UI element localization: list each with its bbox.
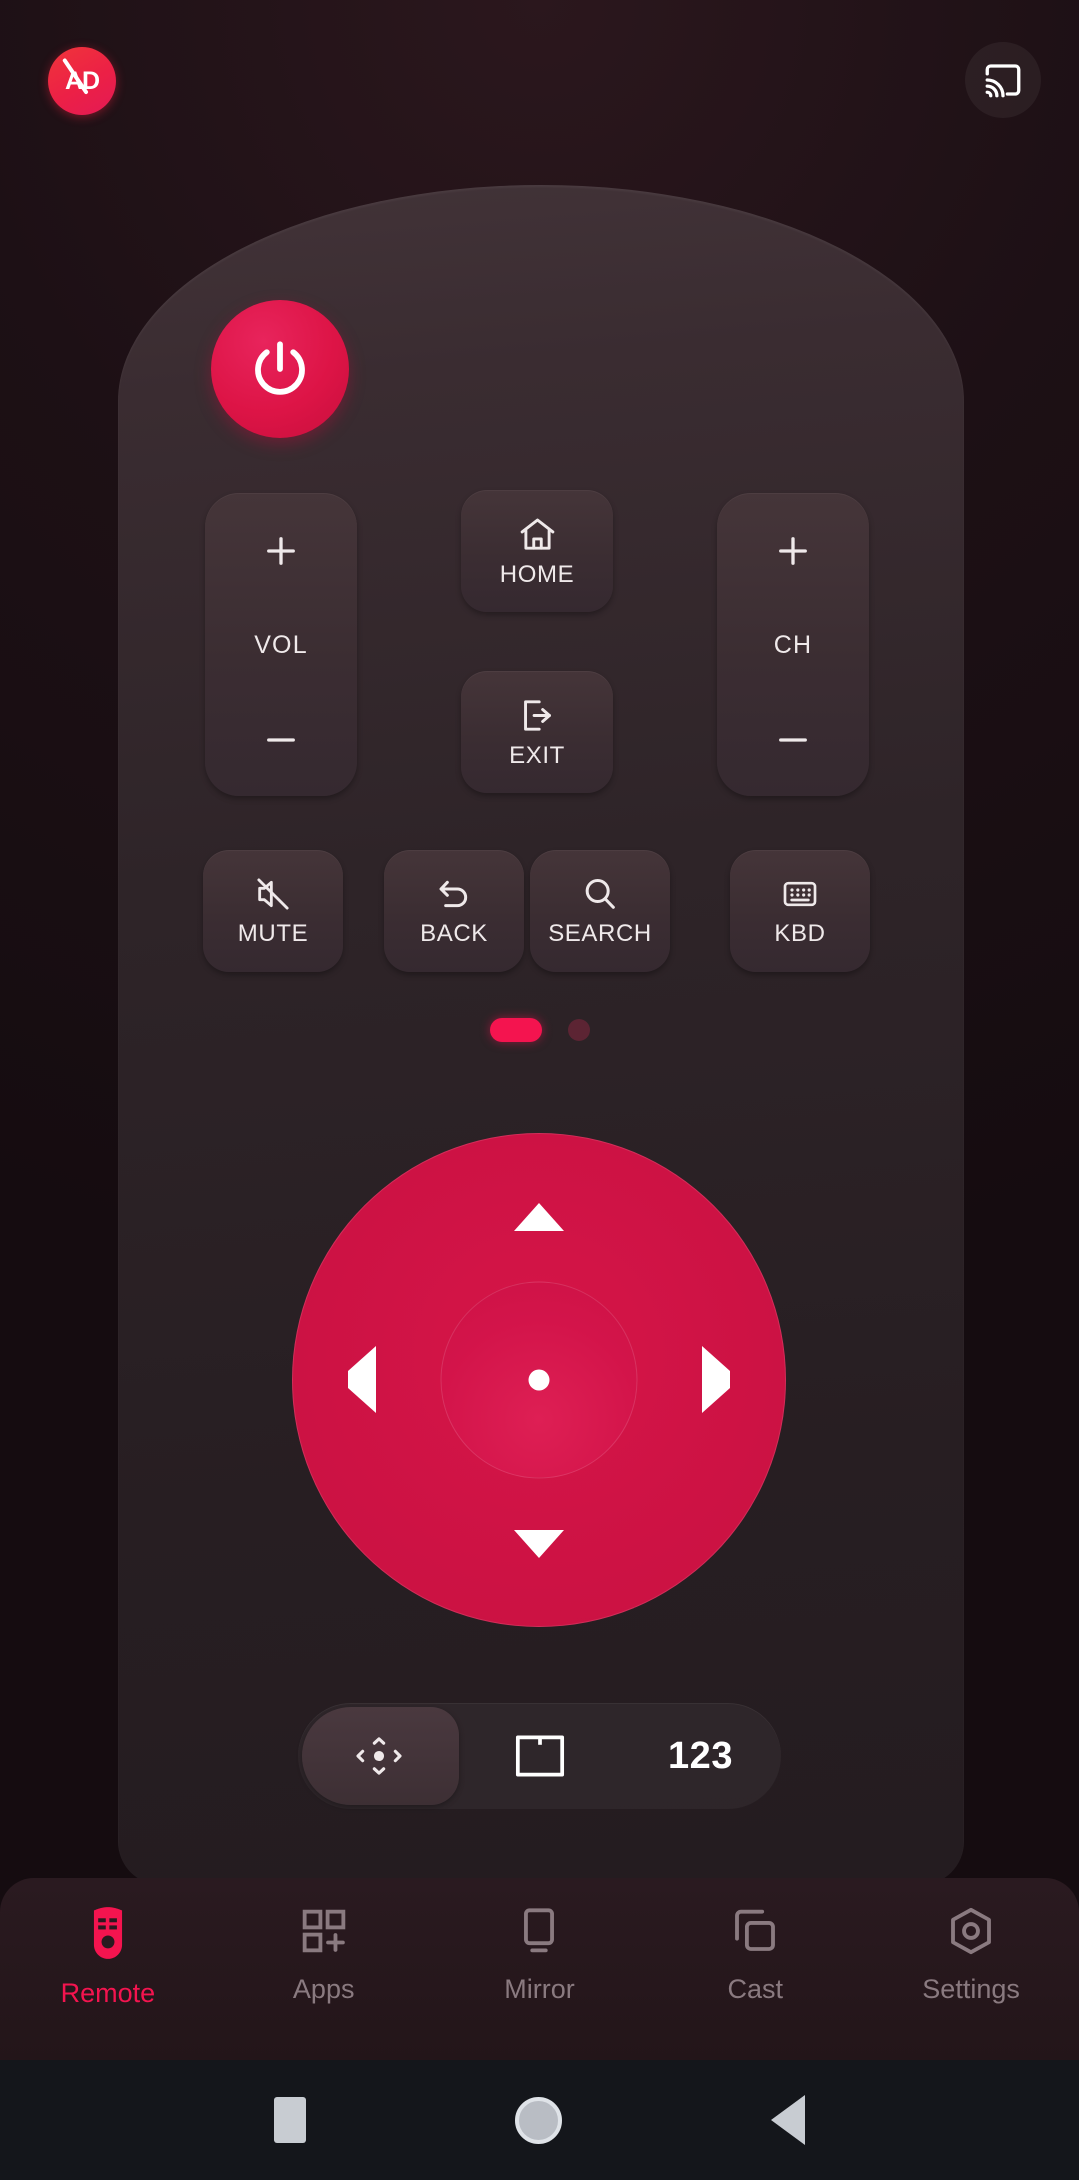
dpad-down-button[interactable] — [514, 1530, 564, 1576]
power-button[interactable] — [211, 300, 349, 438]
ok-dot-icon — [528, 1369, 550, 1391]
cast-button[interactable] — [965, 42, 1041, 118]
channel-down-button[interactable] — [717, 718, 869, 762]
page-indicator — [0, 1018, 1079, 1042]
back-label: BACK — [420, 920, 488, 947]
mute-icon — [253, 874, 293, 914]
mute-button[interactable]: MUTE — [203, 850, 343, 972]
input-mode-switcher: 123 — [298, 1703, 781, 1809]
home-button-icon[interactable] — [514, 2096, 562, 2144]
nav-item-apps[interactable]: Apps — [216, 1904, 432, 2005]
keyboard-icon — [780, 874, 820, 914]
volume-rocker[interactable]: VOL — [205, 493, 357, 796]
apps-icon — [297, 1904, 351, 1958]
search-label: SEARCH — [548, 920, 652, 947]
nav-item-mirror[interactable]: Mirror — [432, 1904, 648, 2005]
power-icon — [247, 336, 313, 402]
mute-label: MUTE — [237, 920, 309, 947]
back-icon — [434, 874, 474, 914]
nav-item-remote[interactable]: Remote — [0, 1904, 216, 2009]
nav-label-settings: Settings — [922, 1974, 1020, 2004]
volume-down-button[interactable] — [205, 718, 357, 762]
settings-icon — [944, 1904, 998, 1958]
channel-rocker[interactable]: CH — [717, 493, 869, 796]
keyboard-button[interactable]: KBD — [730, 850, 870, 972]
volume-up-button[interactable] — [205, 529, 357, 573]
dpad-mode-icon — [344, 1730, 414, 1782]
remote-icon — [81, 1904, 135, 1962]
home-button[interactable]: HOME — [461, 490, 613, 612]
page-dot-2[interactable] — [567, 1019, 590, 1041]
nav-label-remote: Remote — [60, 1978, 156, 2008]
dpad-ok-button[interactable] — [440, 1281, 638, 1479]
search-icon — [580, 874, 620, 914]
dpad[interactable] — [292, 1133, 786, 1627]
touchpad-icon — [509, 1728, 571, 1784]
exit-button[interactable]: EXIT — [461, 671, 613, 793]
home-label: HOME — [499, 560, 575, 588]
volume-label: VOL — [254, 631, 308, 659]
mode-numeric-button[interactable]: 123 — [620, 1703, 781, 1809]
recents-button-icon[interactable] — [274, 2097, 307, 2143]
dpad-up-button[interactable] — [514, 1186, 564, 1231]
search-button[interactable]: SEARCH — [530, 850, 670, 972]
cast-screens-icon — [728, 1904, 782, 1958]
top-bar: AD — [0, 0, 1079, 150]
nav-label-mirror: Mirror — [504, 1974, 575, 2004]
page-dot-active[interactable] — [489, 1018, 542, 1042]
mirror-icon — [512, 1904, 566, 1958]
app-screen: AD VOL CH HOME EXIT MUTE BACK SEARCH KBD… — [0, 0, 1079, 2180]
exit-label: EXIT — [509, 741, 565, 769]
remove-ads-button[interactable]: AD — [48, 47, 116, 115]
nav-label-apps: Apps — [292, 1974, 355, 2004]
dpad-right-button[interactable] — [702, 1346, 730, 1413]
nav-label-cast: Cast — [727, 1974, 784, 2004]
channel-up-button[interactable] — [717, 529, 869, 573]
exit-icon — [517, 695, 558, 736]
dpad-left-button[interactable] — [348, 1346, 376, 1413]
nav-item-cast[interactable]: Cast — [647, 1904, 863, 2005]
mode-touchpad-button[interactable] — [459, 1703, 620, 1809]
mode-dpad-button[interactable] — [298, 1703, 459, 1809]
channel-label: CH — [773, 631, 813, 659]
cast-icon — [982, 59, 1024, 101]
kbd-label: KBD — [774, 920, 826, 947]
back-button-icon[interactable] — [770, 2095, 805, 2145]
house-icon — [517, 514, 558, 555]
android-system-navigation — [0, 2060, 1079, 2180]
bottom-navigation: Remote Apps Mirror Cast Settings — [0, 1878, 1079, 2060]
nav-item-settings[interactable]: Settings — [863, 1904, 1079, 2005]
numeric-mode-label: 123 — [668, 1734, 733, 1777]
back-button[interactable]: BACK — [384, 850, 524, 972]
